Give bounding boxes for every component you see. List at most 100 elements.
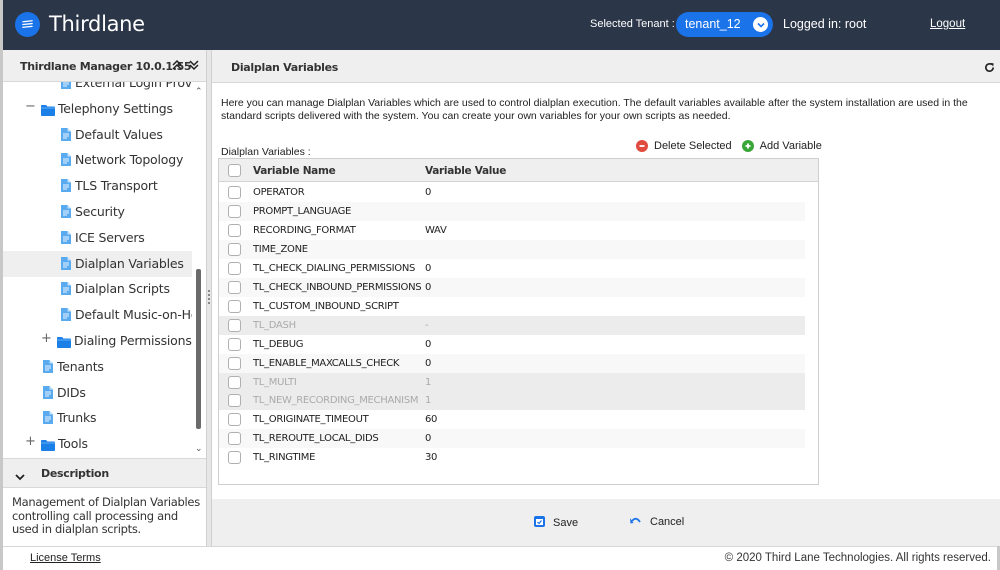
- save-button[interactable]: Save: [534, 516, 578, 530]
- delete-selected-button[interactable]: Delete Selected: [636, 140, 732, 152]
- minus-circle-icon: [636, 140, 648, 152]
- variable-name: RECORDING_FORMAT: [253, 224, 356, 236]
- scroll-up-icon[interactable]: ⌃: [195, 86, 203, 97]
- file-icon: [61, 205, 71, 221]
- grid-actions: Delete Selected Add Variable: [636, 140, 822, 152]
- scroll-down-icon[interactable]: ⌄: [195, 443, 203, 454]
- variable-name: TL_DEBUG: [253, 338, 304, 350]
- refresh-icon[interactable]: [984, 60, 995, 78]
- tree-item-default-music-on-hold[interactable]: Default Music-on-Hold: [3, 302, 192, 328]
- tree-item-label: Dialing Permissions: [74, 333, 192, 348]
- row-checkbox[interactable]: [228, 186, 241, 199]
- logout-link[interactable]: Logout: [930, 18, 965, 30]
- file-icon: [43, 385, 53, 402]
- table-row[interactable]: TL_MULTI 1: [219, 372, 805, 392]
- tree-item-telephony-settings[interactable]: − Telephony Settings: [3, 96, 192, 122]
- page-footer: License Terms © 2020 Third Lane Technolo…: [3, 546, 997, 570]
- row-checkbox[interactable]: [228, 432, 241, 446]
- row-checkbox[interactable]: [228, 223, 241, 237]
- copyright-text: © 2020 Third Lane Technologies. All righ…: [724, 552, 991, 564]
- tree-item-label: Tools: [58, 436, 88, 452]
- variable-name: TL_RINGTIME: [253, 452, 316, 464]
- table-row[interactable]: TL_ORIGINATE_TIMEOUT 60: [219, 410, 805, 429]
- tree-scrollbar[interactable]: ⌃ ⌄: [192, 82, 206, 458]
- table-row[interactable]: TL_NEW_RECORDING_MECHANISM 1: [219, 391, 805, 411]
- table-row[interactable]: TL_CHECK_DIALING_PERMISSIONS 0: [219, 259, 805, 278]
- tree-item-label: Default Music-on-Hold: [75, 307, 192, 323]
- scroll-thumb[interactable]: [196, 269, 201, 429]
- table-row[interactable]: RECORDING_FORMAT WAV: [219, 221, 805, 240]
- file-icon: [61, 230, 71, 247]
- tree-item-label: Dialplan Scripts: [75, 281, 170, 297]
- cancel-button[interactable]: Cancel: [630, 516, 684, 528]
- table-row[interactable]: TL_REROUTE_LOCAL_DIDS 0: [219, 429, 805, 449]
- expand-icon[interactable]: +: [25, 434, 36, 449]
- row-checkbox[interactable]: [228, 242, 241, 256]
- table-row[interactable]: OPERATOR 0: [219, 183, 805, 202]
- row-checkbox[interactable]: [228, 318, 241, 332]
- drag-handle-icon: [208, 290, 210, 306]
- row-checkbox[interactable]: [228, 261, 241, 275]
- row-checkbox[interactable]: [228, 299, 241, 313]
- license-terms-link[interactable]: License Terms: [30, 552, 101, 564]
- select-all-checkbox[interactable]: [228, 164, 241, 177]
- delete-selected-label: Delete Selected: [654, 140, 732, 152]
- tenant-select[interactable]: tenant_12: [676, 12, 773, 37]
- double-chevron-down-icon[interactable]: [188, 58, 200, 72]
- variable-name: TIME_ZONE: [253, 243, 308, 255]
- variable-name: TL_ENABLE_MAXCALLS_CHECK: [253, 357, 400, 369]
- column-header-name[interactable]: Variable Name: [253, 165, 336, 177]
- table-row[interactable]: TL_DASH -: [219, 315, 805, 335]
- row-checkbox[interactable]: [228, 413, 241, 427]
- tree-item-ice-servers[interactable]: ICE Servers: [3, 225, 192, 251]
- table-row[interactable]: TL_CHECK_INBOUND_PERMISSIONS 0: [219, 277, 805, 297]
- row-checkbox[interactable]: [228, 356, 241, 370]
- variable-name: TL_MULTI: [253, 376, 297, 388]
- add-variable-button[interactable]: Add Variable: [741, 140, 822, 152]
- tree-item-tenants[interactable]: Tenants: [3, 354, 192, 380]
- tree-item-label: Network Topology: [75, 152, 184, 168]
- file-icon: [61, 127, 71, 144]
- collapse-icon[interactable]: −: [25, 99, 36, 114]
- row-checkbox[interactable]: [228, 375, 241, 389]
- row-checkbox[interactable]: [228, 280, 241, 294]
- row-checkbox[interactable]: [228, 451, 241, 465]
- description-header[interactable]: Description: [3, 458, 206, 488]
- table-row[interactable]: TIME_ZONE: [219, 239, 805, 259]
- add-variable-label: Add Variable: [759, 140, 822, 152]
- undo-icon: [630, 516, 642, 528]
- tree-item-trunks[interactable]: Trunks: [3, 405, 192, 431]
- expand-icon[interactable]: +: [41, 331, 52, 346]
- tree-item-tls-transport[interactable]: TLS Transport: [3, 173, 192, 199]
- folder-icon: [41, 439, 55, 454]
- column-header-value[interactable]: Variable Value: [425, 165, 506, 177]
- table-row[interactable]: TL_CUSTOM_INBOUND_SCRIPT: [219, 297, 805, 316]
- row-checkbox[interactable]: [228, 394, 241, 408]
- variable-name: TL_CHECK_DIALING_PERMISSIONS: [253, 262, 416, 274]
- tree-item-network-topology[interactable]: Network Topology: [3, 147, 192, 173]
- double-chevron-up-icon[interactable]: [171, 58, 183, 72]
- table-row[interactable]: TL_ENABLE_MAXCALLS_CHECK 0: [219, 353, 805, 373]
- tree-item-security[interactable]: Security: [3, 199, 192, 225]
- tree-item-dialing-permissions[interactable]: + Dialing Permissions: [3, 328, 192, 354]
- variable-value: 0: [425, 433, 432, 445]
- tree-item-external-login-provi[interactable]: External Login Provi...: [3, 82, 192, 96]
- table-row[interactable]: TL_DEBUG 0: [219, 335, 805, 354]
- variable-name: TL_CHECK_INBOUND_PERMISSIONS: [253, 281, 422, 293]
- row-checkbox[interactable]: [228, 204, 241, 218]
- tree-item-dialplan-scripts[interactable]: Dialplan Scripts: [3, 276, 192, 302]
- row-checkbox[interactable]: [228, 337, 241, 351]
- tree-item-label: ICE Servers: [75, 229, 145, 245]
- tree-item-label: Telephony Settings: [58, 100, 173, 116]
- table-row[interactable]: PROMPT_LANGUAGE: [219, 201, 805, 221]
- brand-name: Thirdlane: [49, 12, 145, 36]
- tenant-label: Selected Tenant :: [590, 18, 675, 30]
- tree-item-dialplan-variables[interactable]: Dialplan Variables: [3, 250, 192, 277]
- table-row[interactable]: TL_RINGTIME 30: [219, 448, 805, 467]
- tree-item-tools[interactable]: + Tools: [3, 431, 192, 457]
- tree-item-label: External Login Provi...: [75, 82, 192, 90]
- tree-item-default-values[interactable]: Default Values: [3, 122, 192, 148]
- tree-item-dids[interactable]: DIDs: [3, 380, 192, 406]
- intro-text: Here you can manage Dialplan Variables w…: [221, 97, 968, 122]
- file-icon: [61, 179, 71, 195]
